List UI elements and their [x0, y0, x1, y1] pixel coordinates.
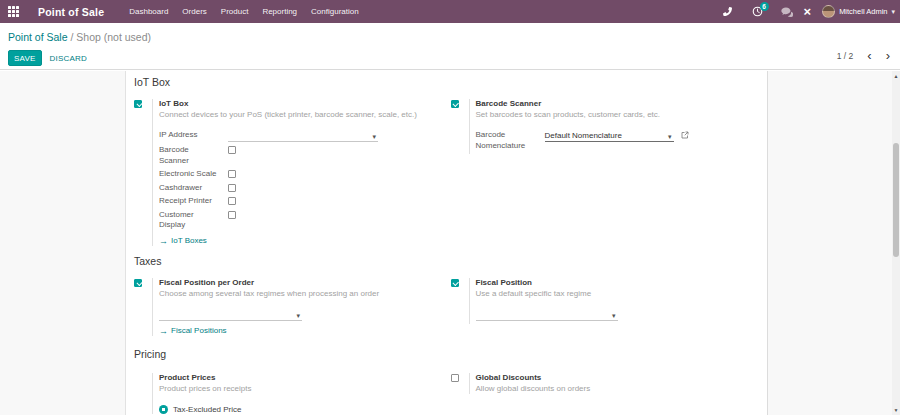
setting-title[interactable]: Global Discounts — [476, 373, 768, 383]
pager-next-icon[interactable]: › — [886, 51, 890, 61]
control-panel: Point of Sale / Shop (not used) SAVE DIS… — [0, 23, 900, 70]
setting-global-discounts: Global Discounts Allow global discounts … — [451, 373, 768, 394]
setting-iot-box: IoT Box Connect devices to your PoS (tic… — [134, 99, 451, 246]
messages-icon[interactable] — [781, 7, 793, 17]
menu-configuration[interactable]: Configuration — [304, 7, 366, 16]
menu-reporting[interactable]: Reporting — [255, 7, 304, 16]
iot-boxes-link[interactable]: →IoT Boxes — [159, 236, 451, 246]
pager-prev-icon[interactable]: ‹ — [867, 51, 871, 61]
settings-sheet: IoT Box IoT Box Connect devices to your … — [125, 71, 768, 415]
ip-address-select[interactable]: ▾ — [228, 130, 378, 142]
fiscal-positions-link[interactable]: →Fiscal Positions — [159, 326, 451, 336]
setting-title[interactable]: IoT Box — [159, 99, 451, 109]
electronic-scale-checkbox[interactable] — [228, 170, 236, 178]
customer-display-checkbox[interactable] — [228, 211, 236, 219]
section-title-taxes: Taxes — [134, 255, 767, 267]
scroll-up-icon[interactable]: ▲ — [892, 73, 900, 79]
section-title-iot: IoT Box — [134, 76, 767, 88]
barcode-nomenclature-select[interactable]: Default Nomenclature▾ — [545, 130, 674, 142]
field-label-device: Receipt Printer — [159, 196, 228, 207]
barcode-scanner-setting-checkbox[interactable] — [451, 100, 459, 108]
setting-title[interactable]: Fiscal Position per Order — [159, 278, 451, 288]
setting-title: Product Prices — [159, 373, 451, 383]
setting-fiscal-position-per-order: Fiscal Position per Order Choose among s… — [134, 278, 451, 336]
field-label-device: Customer Display — [159, 210, 228, 231]
close-icon[interactable]: × — [804, 6, 812, 17]
fiscal-order-checkbox[interactable] — [134, 279, 142, 287]
cashdrawer-checkbox[interactable] — [228, 184, 236, 192]
fiscal-position-checkbox[interactable] — [451, 279, 459, 287]
activity-clock-icon[interactable]: 6 — [752, 6, 763, 17]
save-button[interactable]: SAVE — [8, 50, 42, 66]
phone-icon[interactable] — [723, 7, 732, 16]
discard-button[interactable]: DISCARD — [50, 54, 87, 63]
fiscal-positions-select[interactable]: ▾ — [159, 309, 302, 321]
caret-down-icon: ▾ — [891, 8, 895, 16]
setting-desc: Set barcodes to scan products, customer … — [476, 110, 768, 120]
breadcrumb-app-link[interactable]: Point of Sale — [8, 31, 68, 43]
setting-title[interactable]: Barcode Scanner — [476, 99, 768, 109]
app-title[interactable]: Point of Sale — [38, 6, 104, 18]
pager: 1 / 2 ‹ › — [837, 51, 890, 61]
receipt-printer-checkbox[interactable] — [228, 197, 236, 205]
setting-desc: Allow global discounts on orders — [476, 384, 768, 394]
default-fiscal-position-select[interactable]: ▾ — [476, 309, 618, 321]
setting-barcode-scanner: Barcode Scanner Set barcodes to scan pro… — [451, 99, 768, 154]
tax-excluded-radio[interactable] — [159, 405, 168, 414]
field-label-device: Barcode Scanner — [159, 145, 228, 166]
pager-count: 1 / 2 — [837, 51, 854, 61]
user-menu[interactable]: Mitchell Admin ▾ — [822, 5, 895, 18]
external-link-icon[interactable] — [681, 131, 689, 139]
barcode-scanner-checkbox[interactable] — [228, 146, 236, 154]
setting-product-prices: Product Prices Product prices on receipt… — [134, 373, 451, 414]
setting-fiscal-position: Fiscal Position Use a default specific t… — [451, 278, 768, 324]
menu-product[interactable]: Product — [214, 7, 256, 16]
menu-orders[interactable]: Orders — [175, 7, 213, 16]
setting-desc: Use a default specific tax regime — [476, 289, 768, 299]
top-navbar: Point of Sale Dashboard Orders Product R… — [0, 0, 900, 23]
user-name: Mitchell Admin — [839, 7, 887, 16]
user-avatar — [822, 5, 835, 18]
field-label-ip: IP Address — [159, 130, 228, 141]
apps-grid-icon[interactable] — [8, 6, 19, 17]
scrollbar-thumb[interactable] — [893, 143, 899, 257]
setting-desc: Choose among several tax regimes when pr… — [159, 289, 451, 299]
section-title-pricing: Pricing — [134, 348, 767, 360]
field-label-nomenclature: Barcode Nomenclature — [476, 130, 545, 151]
setting-desc: Connect devices to your PoS (ticket prin… — [159, 110, 451, 120]
setting-title[interactable]: Fiscal Position — [476, 278, 768, 288]
setting-desc: Product prices on receipts — [159, 384, 451, 394]
global-discounts-checkbox[interactable] — [451, 374, 459, 382]
radio-label: Tax-Excluded Price — [173, 405, 241, 414]
menu-dashboard[interactable]: Dashboard — [122, 7, 175, 16]
link-arrow-icon: → — [159, 326, 168, 336]
link-arrow-icon: → — [159, 236, 168, 246]
breadcrumb: Point of Sale / Shop (not used) — [8, 31, 892, 43]
field-label-device: Cashdrawer — [159, 183, 228, 194]
iot-box-checkbox[interactable] — [134, 100, 142, 108]
scroll-down-icon[interactable]: ▼ — [892, 407, 900, 413]
scrollbar[interactable]: ▲ ▼ — [892, 71, 900, 415]
breadcrumb-current: / Shop (not used) — [68, 31, 151, 43]
activity-badge: 6 — [760, 2, 769, 11]
navbar-right: 6 × Mitchell Admin ▾ — [723, 5, 900, 18]
field-label-device: Electronic Scale — [159, 169, 228, 180]
main-menu: Dashboard Orders Product Reporting Confi… — [122, 7, 365, 16]
